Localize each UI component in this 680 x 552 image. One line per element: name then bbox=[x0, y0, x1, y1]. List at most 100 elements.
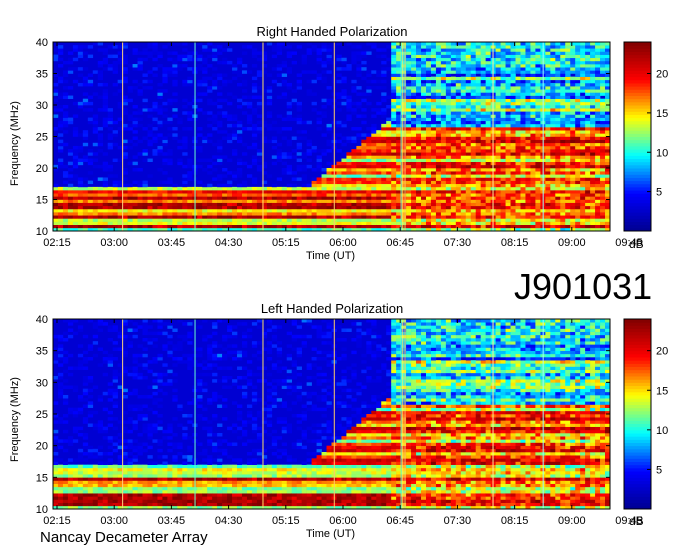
spectrogram-cell bbox=[475, 114, 481, 118]
spectrogram-cell bbox=[132, 180, 138, 185]
spectrogram-cell bbox=[281, 212, 288, 216]
spectrogram-cell bbox=[545, 45, 551, 49]
spectrogram-cell bbox=[256, 215, 263, 219]
spectrogram-cell bbox=[132, 190, 138, 194]
spectrogram-cell bbox=[251, 127, 258, 131]
spectrogram-cell bbox=[500, 199, 506, 203]
spectrogram-cell bbox=[575, 208, 581, 213]
spectrogram-cell bbox=[530, 95, 536, 99]
spectrogram-cell bbox=[430, 145, 437, 150]
spectrogram-cell bbox=[361, 152, 367, 156]
spectrogram-cell bbox=[102, 101, 108, 106]
spectrogram-cell bbox=[460, 45, 467, 49]
spectrogram-cell bbox=[575, 89, 581, 93]
spectrogram-cell bbox=[416, 54, 422, 59]
spectrogram-cell bbox=[286, 101, 293, 106]
spectrogram-cell bbox=[600, 123, 606, 128]
spectrogram-cell bbox=[381, 183, 387, 188]
spectrogram-cell bbox=[251, 133, 258, 137]
spectrogram-cell bbox=[475, 86, 481, 90]
spectrogram-cell bbox=[301, 177, 307, 181]
spectrogram-cell bbox=[445, 130, 452, 134]
spectrogram-cell bbox=[82, 190, 89, 194]
spectrogram-cell bbox=[575, 202, 581, 207]
spectrogram-cell bbox=[580, 177, 586, 181]
spectrogram-cell bbox=[475, 54, 481, 59]
spectrogram-cell bbox=[182, 111, 188, 115]
spectrogram-cell bbox=[326, 161, 332, 166]
colorbar-segment bbox=[624, 145, 651, 150]
spectrogram-cell bbox=[222, 73, 228, 77]
spectrogram-cell bbox=[421, 51, 427, 55]
spectrogram-cell bbox=[580, 86, 586, 90]
spectrogram-cell bbox=[460, 105, 467, 109]
spectrogram-cell bbox=[391, 111, 397, 115]
spectrogram-cell bbox=[425, 177, 432, 181]
spectrogram-cell bbox=[480, 76, 486, 81]
spectrogram-cell bbox=[122, 101, 128, 106]
spectrogram-cell bbox=[455, 183, 462, 188]
spectrogram-cell bbox=[520, 171, 526, 175]
spectrogram-cell bbox=[525, 177, 531, 181]
spectrogram-cell bbox=[361, 108, 367, 112]
spectrogram-cell bbox=[455, 67, 462, 71]
spectrogram-cell bbox=[237, 174, 243, 178]
spectrogram-cell bbox=[212, 114, 218, 118]
spectrogram-cell bbox=[500, 67, 506, 71]
spectrogram-cell bbox=[425, 123, 432, 128]
spectrogram-cell bbox=[157, 193, 163, 197]
spectrogram-cell bbox=[565, 171, 571, 175]
spectrogram-cell bbox=[227, 196, 233, 200]
spectrogram-cell bbox=[57, 79, 64, 84]
spectrogram-cell bbox=[316, 180, 322, 185]
spectrogram-cell bbox=[505, 161, 511, 166]
spectrogram-cell bbox=[510, 208, 516, 213]
spectrogram-cell bbox=[475, 161, 481, 166]
spectrogram-cell bbox=[585, 174, 591, 178]
spectrogram-cell bbox=[525, 51, 531, 55]
spectrogram-cell bbox=[575, 86, 581, 90]
spectrogram-cell bbox=[127, 199, 133, 203]
spectrogram-cell bbox=[600, 168, 606, 172]
spectrogram-cell bbox=[430, 139, 437, 144]
spectrogram-cell bbox=[122, 152, 128, 156]
spectrogram-cell bbox=[406, 155, 412, 159]
spectrogram-cell bbox=[227, 114, 233, 118]
spectrogram-cell bbox=[351, 186, 357, 191]
spectrogram-cell bbox=[560, 73, 566, 77]
spectrogram-cell bbox=[411, 98, 417, 103]
spectrogram-cell bbox=[381, 155, 387, 159]
spectrogram-cell bbox=[530, 136, 536, 140]
spectrogram-cell bbox=[341, 177, 347, 181]
spectrogram-cell bbox=[276, 152, 283, 156]
spectrogram-cell bbox=[281, 208, 288, 213]
spectrogram-cell bbox=[182, 193, 188, 197]
colorbar-segment bbox=[624, 177, 651, 182]
spectrogram-cell bbox=[580, 218, 586, 222]
spectrogram-cell bbox=[102, 67, 108, 71]
spectrogram-cell bbox=[411, 95, 417, 99]
spectrogram-cell bbox=[167, 221, 173, 225]
spectrogram-cell bbox=[520, 180, 526, 185]
spectrogram-cell bbox=[500, 51, 506, 55]
spectrogram-cell bbox=[555, 45, 561, 49]
spectrogram-cell bbox=[316, 221, 322, 225]
spectrogram-cell bbox=[391, 54, 397, 59]
spectrogram-cell bbox=[590, 64, 596, 68]
spectrogram-cell bbox=[411, 145, 417, 150]
spectrogram-cell bbox=[386, 145, 392, 150]
spectrogram-cell bbox=[82, 177, 89, 181]
spectrogram-cell bbox=[346, 212, 352, 216]
spectrogram-cell bbox=[480, 92, 486, 96]
spectrogram-cell bbox=[495, 193, 501, 197]
spectrogram-cell bbox=[67, 221, 74, 225]
spectrogram-cell bbox=[520, 101, 526, 106]
spectrogram-cell bbox=[222, 136, 228, 140]
colorbar-segment bbox=[624, 73, 651, 78]
spectrogram-cell bbox=[246, 117, 253, 122]
spectrogram-cell bbox=[570, 95, 576, 99]
spectrogram-cell bbox=[256, 196, 263, 200]
spectrogram-cell bbox=[416, 130, 422, 134]
spectrogram-cell bbox=[580, 79, 586, 84]
spectrogram-cell bbox=[550, 82, 556, 87]
